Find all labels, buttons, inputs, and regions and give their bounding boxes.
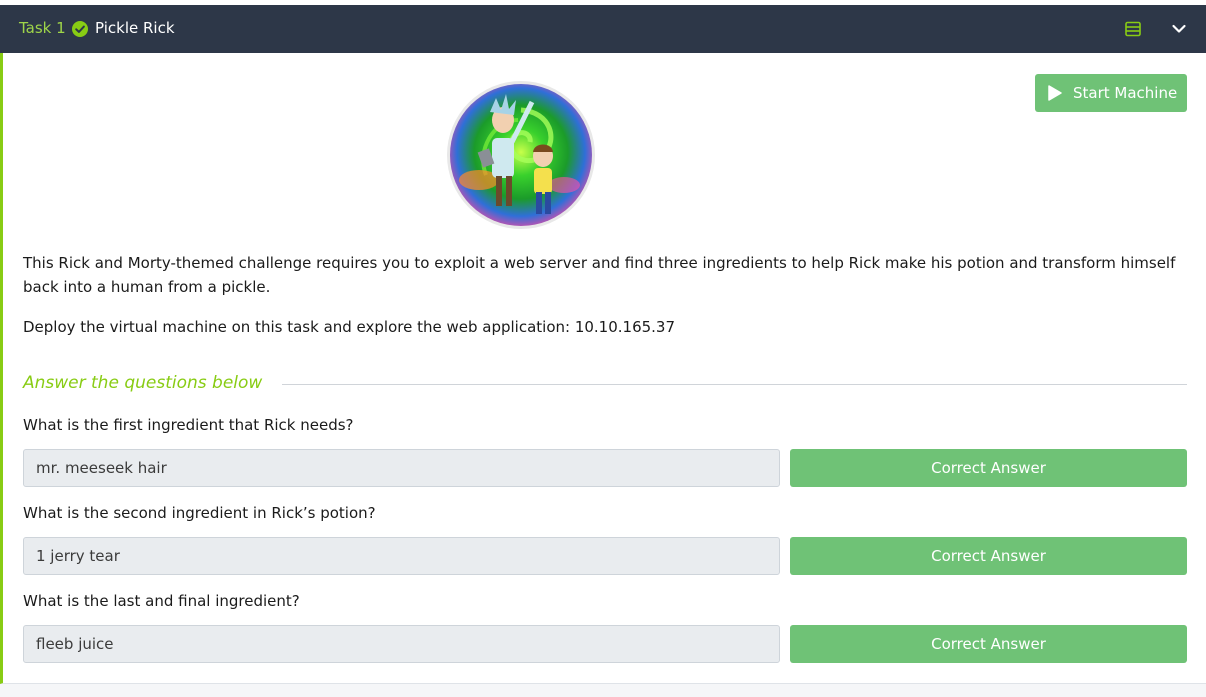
list-icon[interactable] <box>1124 20 1142 38</box>
question-2-answer-field[interactable]: 1 jerry tear <box>23 537 780 575</box>
question-3-text: What is the last and final ingredient? <box>23 592 300 610</box>
question-1-answer-field[interactable]: mr. meeseek hair <box>23 449 780 487</box>
deploy-instructions: Deploy the virtual machine on this task … <box>23 318 676 336</box>
task-description: This Rick and Morty-themed challenge req… <box>23 254 1176 296</box>
section-divider <box>282 384 1187 385</box>
question-2-text: What is the second ingredient in Rick’s … <box>23 504 376 522</box>
task-number-label: Task 1 <box>19 19 66 37</box>
question-3-answer-field[interactable]: fleeb juice <box>23 625 780 663</box>
start-machine-button[interactable]: Start Machine <box>1035 74 1187 112</box>
start-machine-label: Start Machine <box>1073 84 1178 102</box>
task-body: Start Machine This Rick and Morty-themed… <box>0 53 1206 684</box>
task-header[interactable]: Task 1 Pickle Rick <box>0 5 1206 53</box>
questions-section-title: Answer the questions below <box>23 373 263 393</box>
check-circle-icon <box>72 21 88 37</box>
question-1-text: What is the first ingredient that Rick n… <box>23 416 354 434</box>
question-3-correct-answer-button[interactable]: Correct Answer <box>790 625 1187 663</box>
task-title: Pickle Rick <box>95 19 175 37</box>
question-2-correct-answer-button[interactable]: Correct Answer <box>790 537 1187 575</box>
play-icon <box>1048 85 1062 101</box>
chevron-down-icon[interactable] <box>1170 20 1188 38</box>
room-image <box>447 81 595 229</box>
question-1-correct-answer-button[interactable]: Correct Answer <box>790 449 1187 487</box>
bottom-strip <box>0 684 1206 697</box>
